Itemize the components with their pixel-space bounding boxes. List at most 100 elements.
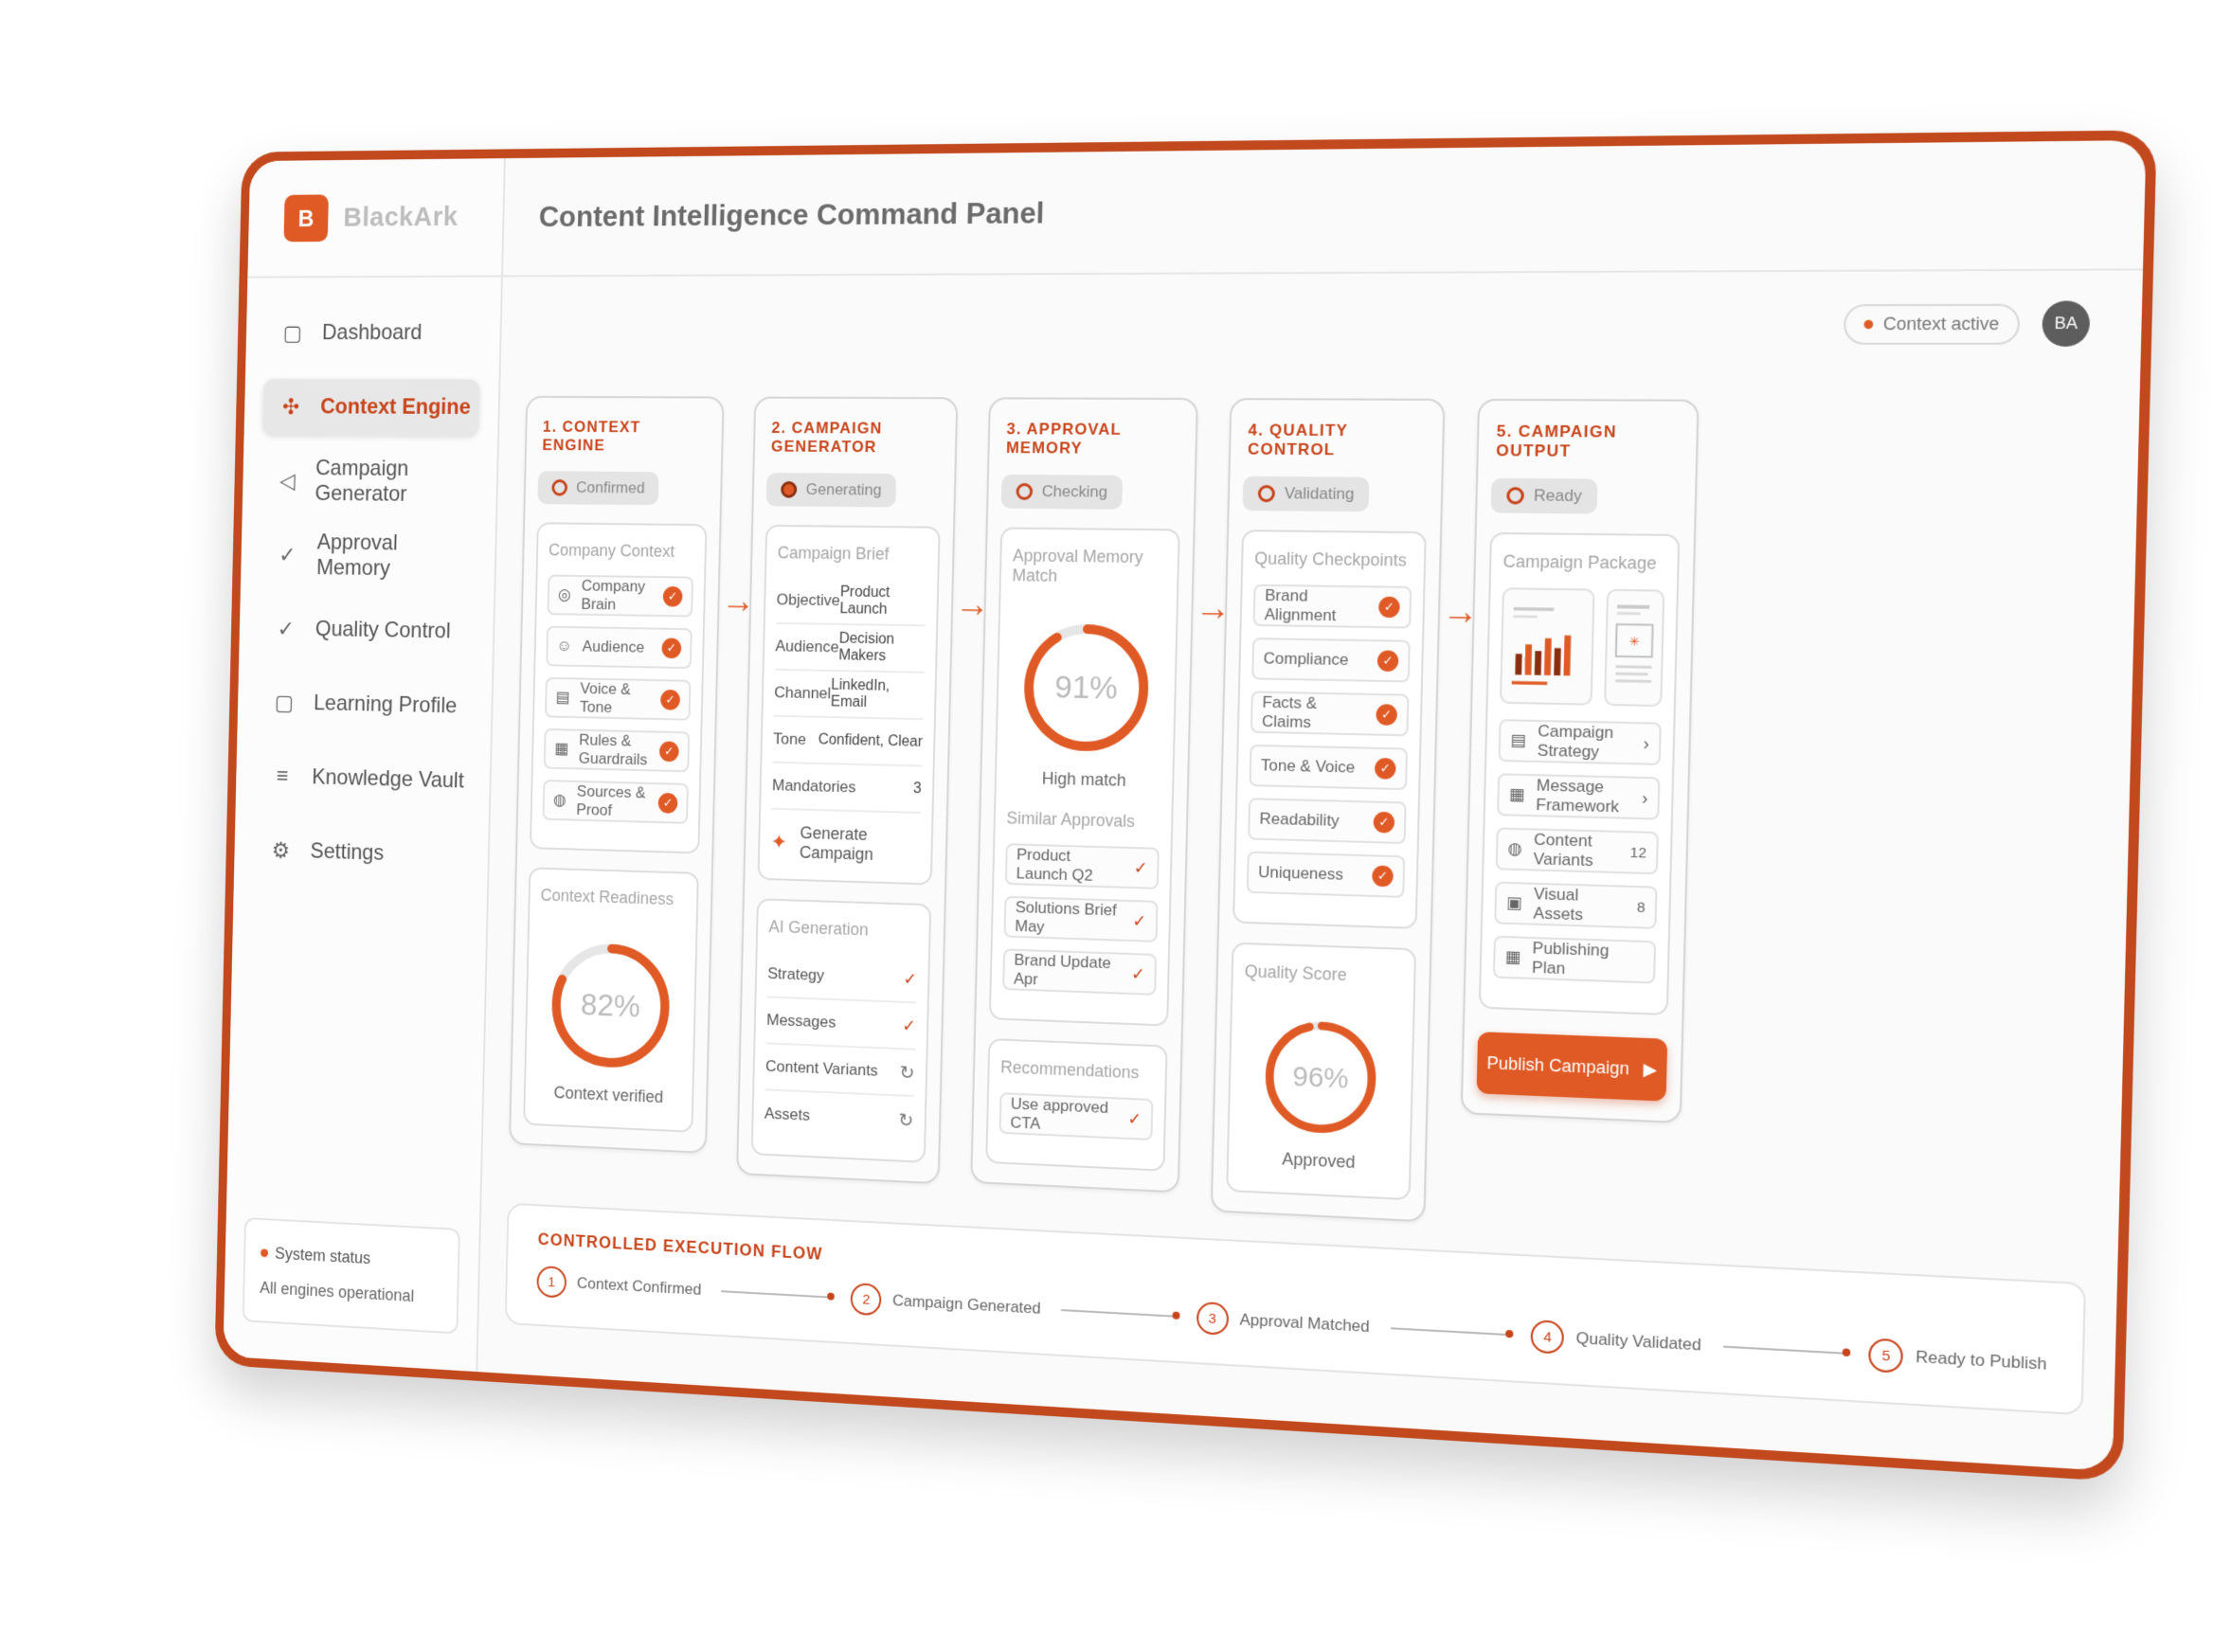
list-item[interactable]: ▦ Rules & Guardrails ✓ bbox=[543, 727, 691, 773]
list-item[interactable]: Product Launch Q2 ✓ bbox=[1004, 843, 1160, 889]
flow-step: 2 Campaign Generated bbox=[850, 1283, 1041, 1325]
card-title: Company Context bbox=[548, 540, 675, 561]
gauge-caption: Context verified bbox=[553, 1083, 664, 1107]
context-active-pill[interactable]: Context active bbox=[1843, 303, 2021, 345]
step-number: 1 bbox=[536, 1266, 567, 1299]
chevron-right-icon: › bbox=[1643, 733, 1650, 753]
check-icon: ✓ bbox=[660, 689, 681, 710]
check-icon: ✓ bbox=[1130, 963, 1146, 984]
chart-thumbnail[interactable] bbox=[1499, 587, 1595, 706]
list-item[interactable]: ◍ Content Variants 12 bbox=[1495, 827, 1660, 875]
sidebar-item-dashboard[interactable]: ▢ Dashboard bbox=[264, 304, 482, 361]
card-title: Quality Checkpoints bbox=[1254, 548, 1408, 570]
checking-icon bbox=[1016, 482, 1034, 500]
sidebar-item-quality-control[interactable]: ✓ Quality Control bbox=[258, 601, 475, 660]
list-item[interactable]: Compliance ✓ bbox=[1251, 637, 1411, 683]
list-item[interactable]: Tone & Voice ✓ bbox=[1249, 744, 1409, 791]
approval-memory-column: 3. Approval Memory Checking Approval Mem… bbox=[970, 397, 1198, 1194]
arrow-right-icon: → bbox=[954, 584, 991, 625]
document-icon: ✳ bbox=[1606, 604, 1663, 683]
flow-step: 1 Context Confirmed bbox=[536, 1266, 702, 1306]
refresh-icon: ↻ bbox=[898, 1109, 914, 1132]
svg-text:✳: ✳ bbox=[1629, 635, 1640, 649]
flow-connector bbox=[1722, 1345, 1847, 1355]
arrow-right-icon: → bbox=[720, 581, 756, 621]
package-thumbnails: ✳ bbox=[1499, 587, 1665, 708]
sidebar-item-campaign-generator[interactable]: ◁ Campaign Generator bbox=[261, 453, 477, 511]
list-item[interactable]: Facts & Claims ✓ bbox=[1250, 691, 1410, 737]
sidebar-item-label: Dashboard bbox=[321, 319, 423, 345]
brand[interactable]: B BlackArk bbox=[247, 158, 504, 278]
card-title: Similar Approvals bbox=[1006, 808, 1136, 832]
sidebar: B BlackArk ▢ Dashboard ✣ Context Engine … bbox=[223, 158, 506, 1373]
calendar-icon: ▦ bbox=[1504, 947, 1521, 967]
status-badge: Confirmed bbox=[537, 471, 659, 506]
list-item[interactable]: Uniqueness ✓ bbox=[1246, 851, 1406, 898]
profile-icon: ▢ bbox=[274, 690, 295, 715]
column-title: 3. Approval Memory bbox=[1005, 420, 1122, 458]
status-dot-icon bbox=[1863, 319, 1874, 329]
check-icon: ✓ bbox=[1133, 857, 1148, 878]
sidebar-item-learning-profile[interactable]: ▢ Learning Profile bbox=[256, 674, 473, 735]
check-icon: ✓ bbox=[1132, 910, 1147, 931]
sidebar-item-approval-memory[interactable]: ✓ Approval Memory bbox=[260, 527, 477, 585]
brief-row: Objective Product Launch bbox=[776, 577, 927, 627]
document-icon: ▤ bbox=[1510, 730, 1526, 750]
list-item[interactable]: ☺ Audience ✓ bbox=[546, 625, 693, 670]
status-badge: Validating bbox=[1242, 476, 1370, 512]
flow-connector bbox=[1060, 1309, 1177, 1318]
column-title: 1. Context Engine bbox=[542, 418, 641, 455]
item-count: 12 bbox=[1629, 844, 1647, 862]
card-title: Quality Score bbox=[1244, 961, 1347, 985]
sidebar-nav: ▢ Dashboard ✣ Context Engine ◁ Campaign … bbox=[233, 278, 501, 913]
brand-name: BlackArk bbox=[343, 201, 459, 233]
card-title: Campaign Package bbox=[1502, 551, 1658, 573]
campaign-output-column: 5. Campaign Output Ready Campaign Packag… bbox=[1460, 398, 1700, 1124]
approval-match-card: Approval Memory Match 91% High match Sim… bbox=[988, 527, 1180, 1027]
sidebar-item-label: Campaign Generator bbox=[315, 456, 409, 507]
gauge-value: 91% bbox=[1054, 668, 1118, 706]
document-icon: ▤ bbox=[555, 688, 570, 707]
check-icon: ✓ bbox=[1376, 704, 1398, 726]
ai-generation-card: AI Generation Strategy ✓ Messages ✓ Cont… bbox=[750, 898, 932, 1163]
publish-campaign-button[interactable]: Publish Campaign ▶ bbox=[1476, 1032, 1668, 1102]
list-item[interactable]: Brand Alignment ✓ bbox=[1252, 584, 1412, 629]
generate-campaign-button[interactable]: ✦ Generate Campaign bbox=[770, 822, 921, 866]
list-item[interactable]: Readability ✓ bbox=[1248, 798, 1407, 845]
sidebar-item-settings[interactable]: ⚙ Settings bbox=[252, 821, 469, 884]
status-badge: Checking bbox=[1000, 474, 1123, 510]
card-title: AI Generation bbox=[768, 917, 869, 940]
list-item[interactable]: ▦ Message Framework › bbox=[1497, 773, 1661, 820]
clipboard-icon: ▦ bbox=[1508, 784, 1525, 804]
document-thumbnail[interactable]: ✳ bbox=[1604, 588, 1665, 708]
list-item[interactable]: ◍ Sources & Proof ✓ bbox=[542, 780, 689, 824]
step-number: 3 bbox=[1196, 1301, 1230, 1336]
avatar[interactable]: BA bbox=[2042, 300, 2091, 347]
list-item[interactable]: ▣ Visual Assets 8 bbox=[1494, 881, 1658, 929]
sidebar-item-context-engine[interactable]: ✣ Context Engine bbox=[262, 378, 480, 437]
gauge-value: 96% bbox=[1292, 1061, 1349, 1095]
list-item[interactable]: ◎ Company Brain ✓ bbox=[547, 574, 694, 618]
list-item[interactable]: ▤ Campaign Strategy › bbox=[1498, 719, 1662, 765]
page-title: Content Intelligence Command Panel bbox=[538, 195, 1045, 233]
arrow-right-icon: → bbox=[1441, 591, 1480, 633]
status-badge: Ready bbox=[1490, 477, 1598, 514]
brand-logo: B bbox=[283, 194, 329, 242]
list-item[interactable]: Brand Update Apr ✓ bbox=[1002, 948, 1158, 996]
generation-row: Content Variants ↻ bbox=[765, 1044, 916, 1098]
list-item[interactable]: ▦ Publishing Plan bbox=[1492, 935, 1657, 984]
progress-ring: 82% bbox=[544, 935, 678, 1078]
chevron-right-icon: › bbox=[1641, 787, 1648, 808]
list-item[interactable]: ▤ Voice & Tone ✓ bbox=[544, 676, 692, 721]
item-count: 8 bbox=[1636, 898, 1646, 916]
card-title: Approval Memory Match bbox=[1012, 546, 1143, 585]
sidebar-item-knowledge-vault[interactable]: ≡ Knowledge Vault bbox=[254, 748, 471, 810]
list-item[interactable]: Use approved CTA ✓ bbox=[999, 1092, 1154, 1141]
check-icon: ✓ bbox=[1374, 757, 1396, 780]
main-panel: Content Intelligence Command Panel Conte… bbox=[477, 140, 2147, 1471]
list-item[interactable]: Solutions Brief May ✓ bbox=[1003, 895, 1159, 943]
quality-checkpoints-card: Quality Checkpoints Brand Alignment ✓ Com… bbox=[1232, 530, 1427, 929]
pipeline-columns: 1. Context Engine Confirmed Company Cont… bbox=[482, 271, 2143, 1257]
flow-step: 4 Quality Validated bbox=[1530, 1320, 1701, 1362]
progress-ring: 91% bbox=[1016, 616, 1158, 760]
